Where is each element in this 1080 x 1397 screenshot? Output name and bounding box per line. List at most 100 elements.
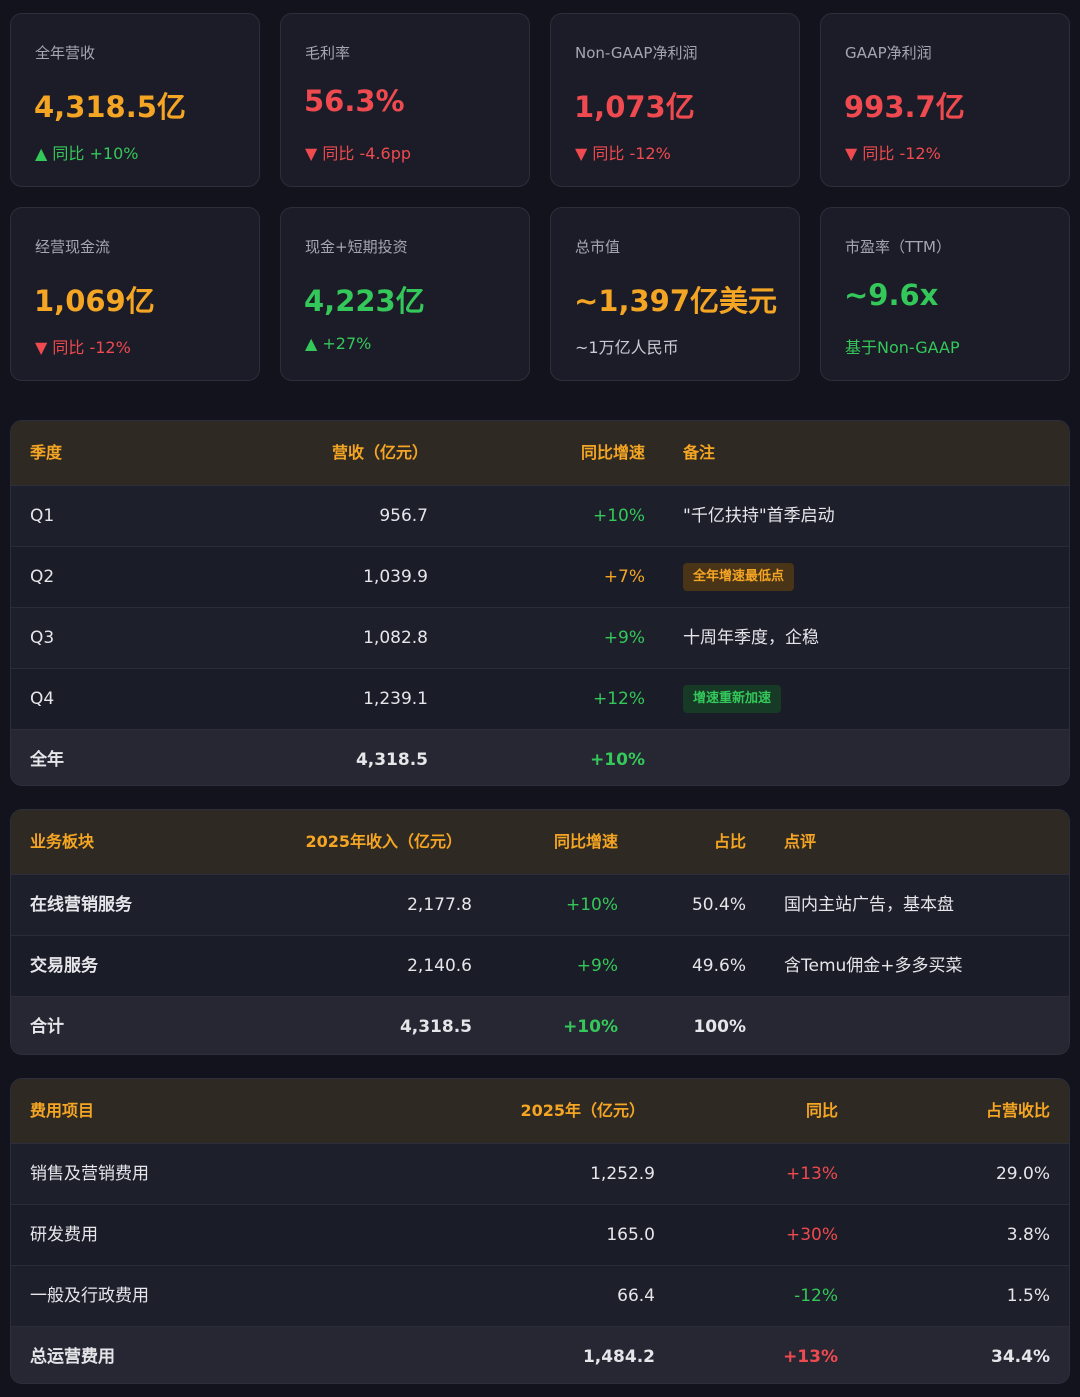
table-total-row: 合计 4,318.5 +10% 100% [11, 997, 1069, 1054]
table-total-row: 总运营费用 1,484.2 +13% 34.4% [11, 1327, 1069, 1383]
cell-pct: 1.5% [1006, 1286, 1050, 1306]
col-header-note: 备注 [683, 443, 716, 462]
table-header: 业务板块 2025年收入（亿元） 同比增速 占比 点评 [11, 810, 1069, 875]
cell-quarter: Q4 [30, 689, 55, 709]
col-header-segment: 业务板块 [30, 832, 95, 851]
table-row: 销售及营销费用 1,252.9 +13% 29.0% [11, 1144, 1069, 1205]
cell-note: "千亿扶持"首季启动 [683, 506, 835, 526]
kpi-change: ▼ 同比 -12% [575, 144, 671, 163]
cell-pct: 3.8% [1006, 1225, 1050, 1245]
kpi-label: 现金+短期投资 [305, 238, 408, 256]
cell-amount: 66.4 [617, 1286, 655, 1306]
business-segments-table: 业务板块 2025年收入（亿元） 同比增速 占比 点评 在线营销服务 2,177… [10, 809, 1070, 1055]
cell-comment: 国内主站广告，基本盘 [784, 895, 954, 915]
cell-item: 一般及行政费用 [30, 1286, 149, 1306]
kpi-label: 经营现金流 [35, 238, 111, 256]
table-row: 交易服务 2,140.6 +9% 49.6% 含Temu佣金+多多买菜 [11, 936, 1069, 997]
cell-segment: 在线营销服务 [30, 895, 132, 915]
cell-yoy: +12% [592, 689, 645, 709]
note-badge-success: 增速重新加速 [683, 685, 782, 713]
cell-quarter: Q1 [30, 506, 55, 526]
kpi-value: 4,223亿 [304, 284, 425, 318]
cell-share: 50.4% [691, 895, 746, 915]
kpi-label: 市盈率（TTM） [845, 238, 952, 256]
kpi-card-cash-investments: 现金+短期投资 4,223亿 ▲ +27% [280, 207, 530, 381]
cell-yoy: +10% [590, 750, 645, 770]
quarterly-revenue-table: 季度 营收（亿元） 同比增速 备注 Q1 956.7 +10% "千亿扶持"首季… [10, 420, 1070, 786]
kpi-value: 56.3% [304, 84, 405, 118]
cell-yoy: +30% [785, 1225, 838, 1245]
cell-revenue: 2,140.6 [407, 956, 472, 976]
kpi-change: ▲ 同比 +10% [35, 144, 139, 163]
col-header-share: 占比 [713, 832, 746, 851]
table-header: 费用项目 2025年（亿元） 同比 占营收比 [11, 1079, 1069, 1144]
kpi-label: 全年营收 [35, 44, 96, 62]
cell-revenue: 1,239.1 [363, 689, 428, 709]
kpi-value: 4,318.5亿 [34, 90, 186, 124]
cell-amount: 1,252.9 [590, 1164, 655, 1184]
col-header-revenue: 2025年收入（亿元） [305, 832, 462, 851]
kpi-card-revenue: 全年营收 4,318.5亿 ▲ 同比 +10% [10, 13, 260, 187]
table-row: 在线营销服务 2,177.8 +10% 50.4% 国内主站广告，基本盘 [11, 875, 1069, 936]
cell-amount: 1,484.2 [582, 1347, 655, 1367]
cell-pct: 34.4% [991, 1347, 1050, 1367]
kpi-change: ▼ 同比 -4.6pp [305, 144, 412, 163]
col-header-comment: 点评 [784, 832, 817, 851]
cell-revenue: 2,177.8 [407, 895, 472, 915]
col-header-amount: 2025年（亿元） [520, 1101, 645, 1120]
kpi-label: 毛利率 [305, 44, 351, 62]
table-row: Q4 1,239.1 +12% 增速重新加速 [11, 669, 1069, 730]
kpi-card-nongaap-net-income: Non-GAAP净利润 1,073亿 ▼ 同比 -12% [550, 13, 800, 187]
cell-yoy: +7% [603, 567, 645, 587]
cell-note: 十周年季度，企稳 [683, 628, 819, 648]
cell-revenue: 956.7 [379, 506, 428, 526]
col-header-revenue: 营收（亿元） [331, 443, 428, 462]
col-header-yoy: 同比增速 [553, 832, 618, 851]
cell-yoy: +13% [783, 1347, 838, 1367]
kpi-label: 总市值 [575, 238, 621, 256]
cell-segment: 交易服务 [30, 956, 98, 976]
cell-yoy: +9% [603, 628, 645, 648]
cell-revenue: 4,318.5 [399, 1017, 472, 1037]
cell-share: 100% [693, 1017, 746, 1037]
cell-yoy: +13% [785, 1164, 838, 1184]
kpi-card-market-cap: 总市值 ~1,397亿美元 ~1万亿人民币 [550, 207, 800, 381]
kpi-value: ~9.6x [844, 278, 939, 312]
kpi-label: Non-GAAP净利润 [575, 44, 698, 62]
cell-item: 总运营费用 [30, 1347, 115, 1367]
operating-expenses-table: 费用项目 2025年（亿元） 同比 占营收比 销售及营销费用 1,252.9 +… [10, 1078, 1070, 1384]
cell-yoy: +9% [576, 956, 618, 976]
cell-quarter: Q2 [30, 567, 55, 587]
table-row: 研发费用 165.0 +30% 3.8% [11, 1205, 1069, 1266]
kpi-change: ~1万亿人民币 [575, 338, 679, 357]
cell-quarter: Q3 [30, 628, 55, 648]
cell-segment: 合计 [30, 1017, 64, 1037]
kpi-change: ▼ 同比 -12% [35, 338, 131, 357]
col-header-quarter: 季度 [30, 443, 63, 462]
table-row: Q2 1,039.9 +7% 全年增速最低点 [11, 547, 1069, 608]
table-header: 季度 营收（亿元） 同比增速 备注 [11, 421, 1069, 486]
col-header-yoy: 同比增速 [580, 443, 645, 462]
cell-revenue: 4,318.5 [355, 750, 428, 770]
table-row: 一般及行政费用 66.4 -12% 1.5% [11, 1266, 1069, 1327]
cell-yoy: +10% [592, 506, 645, 526]
kpi-change: ▼ 同比 -12% [845, 144, 941, 163]
cell-yoy: +10% [563, 1017, 618, 1037]
note-badge-warning: 全年增速最低点 [683, 563, 795, 591]
kpi-label: GAAP净利润 [845, 44, 932, 62]
kpi-value: ~1,397亿美元 [574, 284, 778, 318]
col-header-pct: 占营收比 [985, 1101, 1050, 1120]
kpi-value: 1,069亿 [34, 284, 155, 318]
kpi-card-gross-margin: 毛利率 56.3% ▼ 同比 -4.6pp [280, 13, 530, 187]
kpi-change: ▲ +27% [305, 334, 372, 353]
cell-yoy: +10% [565, 895, 618, 915]
kpi-value: 1,073亿 [574, 90, 695, 124]
cell-quarter: 全年 [30, 750, 64, 770]
kpi-card-gaap-net-income: GAAP净利润 993.7亿 ▼ 同比 -12% [820, 13, 1070, 187]
table-total-row: 全年 4,318.5 +10% [11, 730, 1069, 785]
cell-share: 49.6% [691, 956, 746, 976]
kpi-value: 993.7亿 [844, 90, 965, 124]
cell-yoy: -12% [794, 1286, 838, 1306]
cell-comment: 含Temu佣金+多多买菜 [784, 956, 963, 976]
cell-pct: 29.0% [995, 1164, 1050, 1184]
